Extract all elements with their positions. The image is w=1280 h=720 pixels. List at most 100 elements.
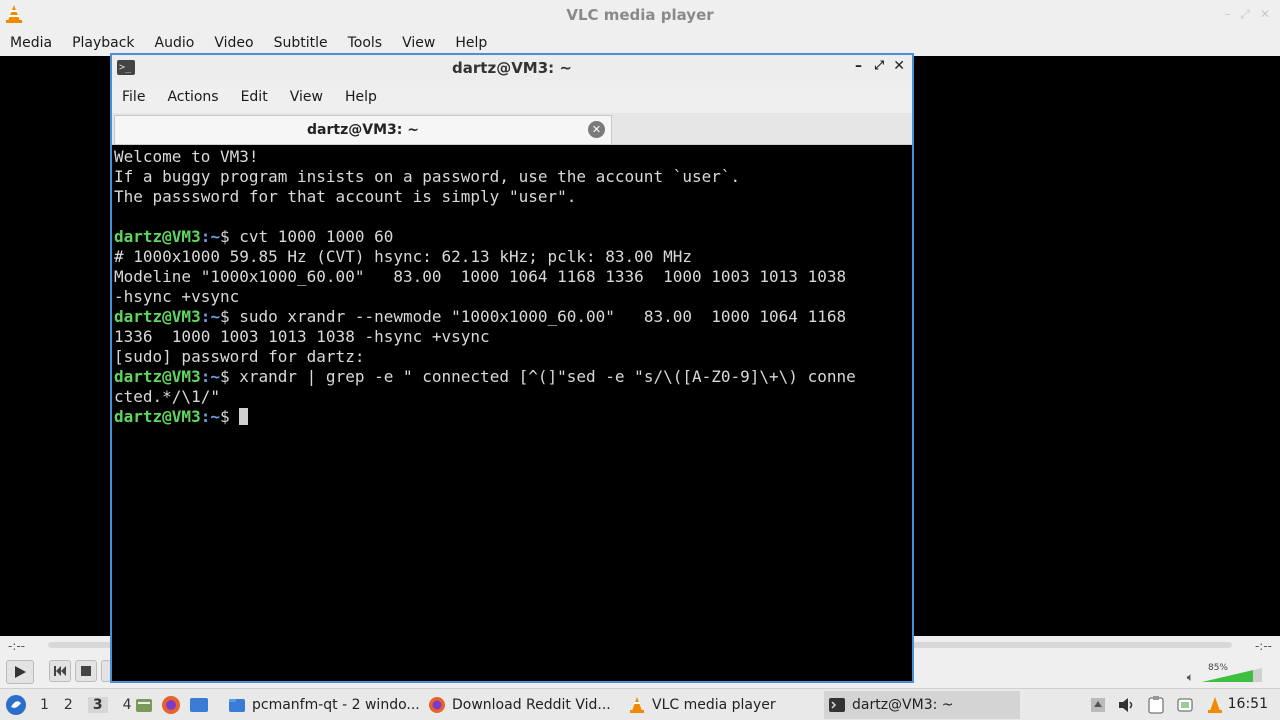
task-pcmanfm[interactable]: pcmanfm-qt - 2 windo... [224, 691, 420, 719]
terminal-window: >_ dartz@VM3: ~ – ⤢ ✕ File Actions Edit … [110, 53, 914, 683]
terminal-menu-actions[interactable]: Actions [167, 89, 218, 105]
prompt-symbol: $ [219, 367, 240, 386]
prompt-path: :~ [200, 367, 220, 386]
vlc-tray-icon[interactable] [1206, 696, 1224, 714]
vlc-window-title: VLC media player [566, 5, 714, 24]
terminal-line: -hsync +vsync [114, 287, 240, 306]
start-menu-button[interactable] [5, 689, 27, 720]
workspace-4[interactable]: 4 [123, 697, 132, 713]
workspace-1[interactable]: 1 [40, 697, 49, 713]
prompt-user: dartz@VM3 [114, 227, 201, 246]
terminal-maximize-icon[interactable]: ⤢ [874, 58, 884, 73]
file-manager-launcher-icon[interactable] [135, 696, 153, 714]
command-text: xrandr | grep -e " connected [^(]"sed -e… [239, 367, 856, 386]
power-icon[interactable] [1176, 696, 1194, 714]
taskbar: 1 2 3 4 pcmanfm-qt - 2 windo... Download… [0, 688, 1280, 720]
vlc-menu-help[interactable]: Help [455, 35, 487, 51]
terminal-title: dartz@VM3: ~ [452, 59, 572, 77]
desktop-launcher-icon[interactable] [189, 696, 209, 714]
task-label: Download Reddit Vid... [452, 697, 611, 713]
terminal-line: cted.*/\1/" [114, 387, 220, 406]
task-label: VLC media player [652, 697, 776, 713]
vlc-minimize-icon[interactable]: – [1224, 7, 1230, 22]
time-total: -:-- [1254, 639, 1272, 653]
vlc-menu-video[interactable]: Video [214, 35, 253, 51]
terminal-prompt-line: dartz@VM3:~$ cvt 1000 1000 60 [114, 227, 910, 247]
play-icon [15, 666, 26, 678]
vlc-menu-audio[interactable]: Audio [155, 35, 195, 51]
terminal-prompt-line: dartz@VM3:~$ xrandr | grep -e " connecte… [114, 367, 910, 387]
terminal-tab[interactable]: dartz@VM3: ~ ✕ [114, 115, 612, 144]
workspace-3[interactable]: 3 [87, 697, 108, 713]
terminal-titlebar: >_ dartz@VM3: ~ – ⤢ ✕ [112, 55, 912, 81]
terminal-tab-label: dartz@VM3: ~ [307, 122, 419, 138]
clipboard-icon[interactable] [1148, 696, 1164, 714]
vlc-menu-tools[interactable]: Tools [348, 35, 383, 51]
vlc-menu-playback[interactable]: Playback [72, 35, 134, 51]
terminal-prompt-line: dartz@VM3:~$ sudo xrandr --newmode "1000… [114, 307, 910, 327]
terminal-line: Modeline "1000x1000_60.00" 83.00 1000 10… [114, 267, 847, 286]
terminal-close-icon[interactable]: ✕ [893, 58, 905, 74]
start-menu-icon [6, 695, 26, 715]
terminal-cursor [239, 408, 249, 425]
terminal-minimize-icon[interactable]: – [855, 58, 862, 74]
time-elapsed: -:-- [8, 639, 26, 653]
previous-button[interactable] [49, 660, 71, 682]
quicklaunch [135, 689, 209, 720]
terminal-menu-view[interactable]: View [290, 89, 323, 105]
vlc-menu-subtitle[interactable]: Subtitle [274, 35, 328, 51]
terminal-line: [sudo] password for dartz: [114, 347, 365, 366]
volume-icon[interactable] [1118, 697, 1136, 713]
clock: 16:51 [1227, 696, 1268, 712]
terminal-line: The passsword for that account is simply… [114, 187, 577, 206]
vlc-menu-view[interactable]: View [402, 35, 435, 51]
terminal-line: If a buggy program insists on a password… [114, 167, 741, 186]
prompt-path: :~ [200, 227, 220, 246]
prompt-symbol: $ [219, 307, 240, 326]
workspace-switcher: 1 2 3 4 [40, 689, 132, 720]
terminal-menu-file[interactable]: File [122, 89, 145, 105]
vlc-close-icon[interactable]: ✕ [1260, 7, 1270, 22]
terminal-menu-help[interactable]: Help [345, 89, 377, 105]
firefox-icon [429, 697, 445, 713]
terminal-menu-edit[interactable]: Edit [241, 89, 268, 105]
terminal-output[interactable]: Welcome to VM3! If a buggy program insist… [114, 146, 910, 681]
stop-icon [81, 666, 91, 676]
vlc-titlebar: VLC media player – ⤢ ✕ [0, 0, 1280, 29]
folder-icon [229, 699, 245, 712]
skip-back-icon [54, 666, 66, 676]
workspace-2[interactable]: 2 [64, 697, 73, 713]
system-tray [1090, 689, 1224, 720]
desktop: VLC media player – ⤢ ✕ Media Playback Au… [0, 0, 1280, 720]
task-label: pcmanfm-qt - 2 windo... [252, 697, 420, 713]
terminal-prompt-line: dartz@VM3:~$ [114, 407, 910, 427]
task-label: dartz@VM3: ~ [852, 697, 954, 713]
firefox-launcher-icon[interactable] [161, 695, 181, 715]
command-text: cvt 1000 1000 60 [239, 227, 394, 246]
stop-button[interactable] [75, 660, 97, 682]
speaker-icon[interactable]: 🔈︎ [1187, 670, 1194, 685]
task-firefox[interactable]: Download Reddit Vid... [424, 691, 620, 719]
task-vlc[interactable]: VLC media player [624, 691, 820, 719]
tray-arrow-icon[interactable] [1090, 697, 1106, 713]
prompt-user: dartz@VM3 [114, 407, 201, 426]
vlc-menubar: Media Playback Audio Video Subtitle Tool… [0, 29, 1280, 56]
prompt-user: dartz@VM3 [114, 307, 201, 326]
vlc-maximize-icon[interactable]: ⤢ [1240, 7, 1250, 22]
vlc-icon [630, 697, 644, 713]
command-text: sudo xrandr --newmode "1000x1000_60.00" … [239, 307, 847, 326]
terminal-tabbar: dartz@VM3: ~ ✕ [112, 113, 912, 145]
prompt-path: :~ [200, 407, 220, 426]
prompt-symbol: $ [219, 407, 240, 426]
terminal-line: # 1000x1000 59.85 Hz (CVT) hsync: 62.13 … [114, 247, 692, 266]
vlc-menu-media[interactable]: Media [10, 35, 52, 51]
terminal-line: Welcome to VM3! [114, 147, 259, 166]
volume-slider[interactable] [1202, 668, 1262, 682]
task-terminal[interactable]: dartz@VM3: ~ [824, 691, 1020, 719]
terminal-icon [829, 698, 845, 712]
play-button[interactable] [6, 660, 34, 684]
prompt-path: :~ [200, 307, 220, 326]
tab-close-icon[interactable]: ✕ [588, 121, 605, 138]
terminal-line: 1336 1000 1003 1013 1038 -hsync +vsync [114, 327, 490, 346]
